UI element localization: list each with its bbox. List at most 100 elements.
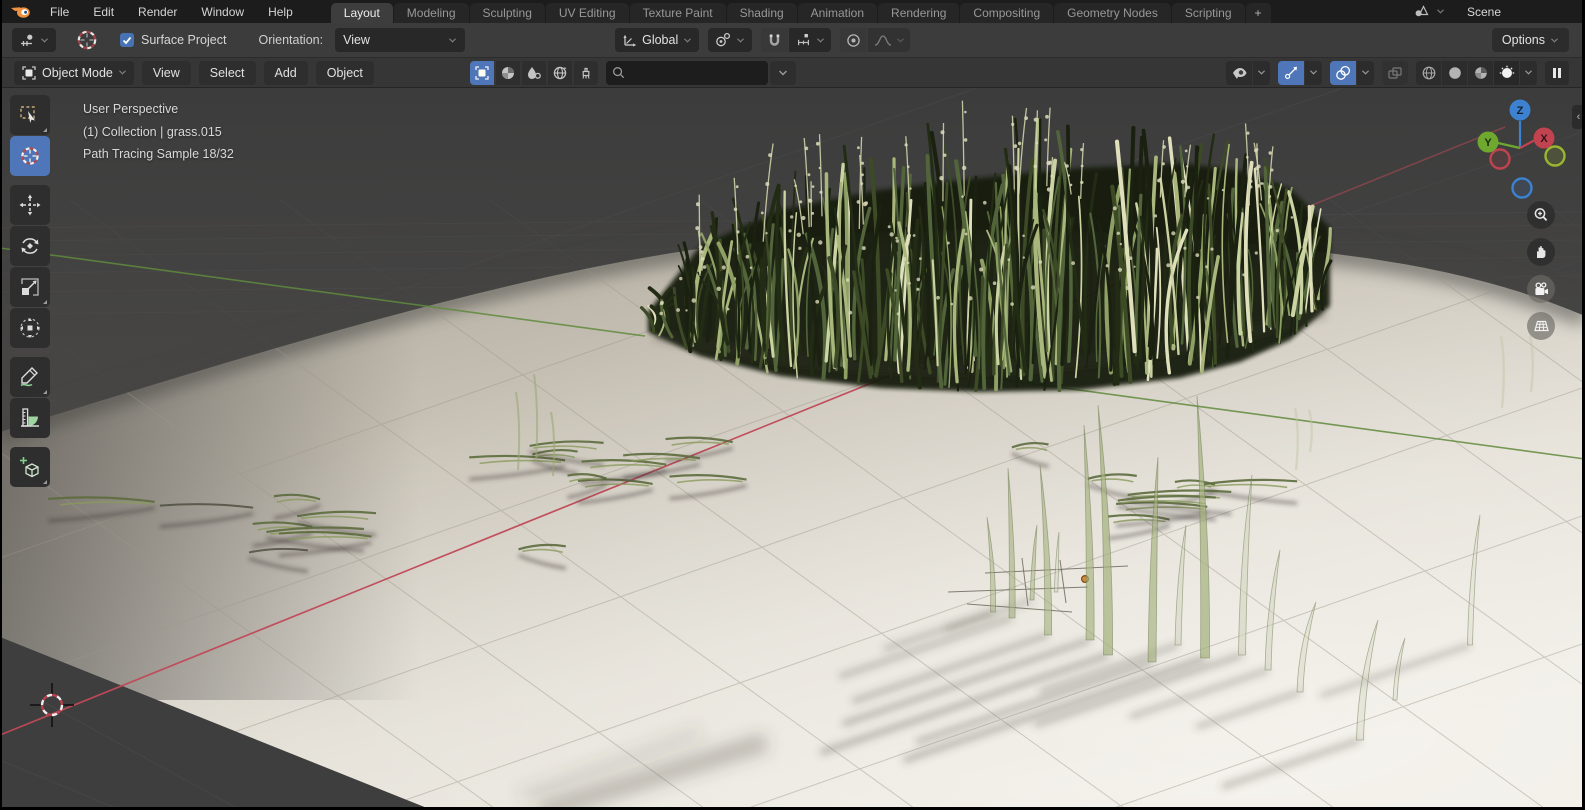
blender-logo-icon[interactable] (0, 0, 38, 23)
orientation-dropdown[interactable]: View (335, 28, 466, 52)
transform-orientation-value: Global (642, 33, 679, 47)
sidebar-collapse-tab[interactable]: ‹ (1572, 105, 1585, 129)
proportional-editing-toggle[interactable] (840, 28, 868, 52)
topbar: File Edit Render Window Help Layout Modeling S… (0, 0, 1585, 23)
tool-select-box[interactable] (10, 95, 50, 135)
toolbar (10, 95, 50, 488)
menu-file[interactable]: File (38, 0, 81, 23)
scene-icon[interactable] (1413, 4, 1430, 19)
snap-toggle[interactable] (761, 28, 789, 52)
filter-render-region-icon[interactable] (469, 60, 494, 85)
checkbox-icon[interactable] (120, 33, 134, 47)
render-pause-button[interactable] (1545, 60, 1569, 85)
svg-text:Y: Y (1484, 137, 1492, 149)
search-icon (612, 67, 625, 79)
tool-transform[interactable] (10, 308, 50, 348)
svg-text:X: X (1540, 133, 1548, 145)
tool-add-cube[interactable] (10, 447, 50, 487)
options-dropdown[interactable]: Options (1491, 28, 1569, 52)
shading-chevron-icon[interactable] (1520, 60, 1537, 85)
search-filter-dropdown[interactable] (769, 60, 796, 85)
navigation-gizmo[interactable]: Z Y X (1452, 95, 1582, 215)
tool-move[interactable] (10, 185, 50, 225)
tool-rotate[interactable] (10, 226, 50, 266)
active-object-label: (1) Collection | grass.015 (83, 124, 222, 139)
viewport-header: Object Mode View Select Add Object (0, 58, 1585, 88)
filter-shading-sphere-icon[interactable] (495, 60, 520, 85)
xray-toggle[interactable] (1382, 60, 1408, 85)
gizmos-toggle[interactable] (1278, 60, 1304, 85)
options-label: Options (1501, 33, 1545, 47)
chevron-down-icon (448, 37, 457, 44)
pivot-point-dropdown[interactable] (708, 28, 753, 52)
tool-scale[interactable] (10, 267, 50, 307)
pan-hand-icon[interactable] (1527, 238, 1555, 266)
zoom-icon[interactable] (1527, 201, 1555, 229)
filter-fluid-droplet-icon[interactable] (521, 60, 546, 85)
transform-orientation-dropdown[interactable]: Global (615, 28, 700, 52)
blender-window: File Edit Render Window Help Layout Modeling S… (0, 0, 1585, 810)
search-input[interactable] (628, 64, 743, 81)
render-progress-label: Path Tracing Sample 18/32 (83, 147, 234, 161)
add-workspace-tab[interactable]: + (1245, 3, 1271, 23)
tab-layout[interactable]: Layout (330, 3, 393, 23)
tab-sculpting[interactable]: Sculpting (469, 3, 545, 23)
viewport-3d[interactable]: User Perspective (1) Collection | grass.… (0, 87, 1585, 810)
viewport-search[interactable] (605, 60, 768, 85)
svg-text:Z: Z (1517, 105, 1524, 117)
camera-view-icon[interactable] (1527, 275, 1555, 303)
rendered-scene (0, 87, 1585, 810)
viewport-menu-select[interactable]: Select (198, 60, 256, 85)
menu-help[interactable]: Help (256, 0, 305, 23)
tab-texture-paint[interactable]: Texture Paint (629, 3, 726, 23)
shading-wireframe-icon[interactable] (1416, 60, 1441, 85)
active-tool-dropdown[interactable] (12, 28, 56, 52)
menu-bar: File Edit Render Window Help (38, 0, 305, 23)
filter-world-globe-icon[interactable] (547, 60, 572, 85)
tab-modeling[interactable]: Modeling (393, 3, 469, 23)
tab-uv-editing[interactable]: UV Editing (545, 3, 629, 23)
scene-chevron-icon[interactable] (1436, 8, 1445, 15)
tool-cursor[interactable] (10, 136, 50, 176)
orthographic-grid-icon[interactable] (1527, 312, 1555, 340)
snap-with-dropdown[interactable] (789, 28, 832, 52)
tool-measure[interactable] (10, 398, 50, 438)
tab-shading[interactable]: Shading (726, 3, 797, 23)
overlays-toggle[interactable] (1330, 60, 1356, 85)
mode-dropdown[interactable]: Object Mode (14, 60, 134, 85)
mode-value: Object Mode (42, 65, 113, 80)
object-visibility-icon[interactable] (1226, 60, 1252, 85)
orientation-value: View (343, 33, 370, 47)
viewport-menu-object[interactable]: Object (315, 60, 374, 85)
cursor-tool-icon (74, 27, 100, 53)
tool-annotate[interactable] (10, 357, 50, 397)
menu-edit[interactable]: Edit (81, 0, 126, 23)
visibility-chevron-icon[interactable] (1253, 60, 1270, 85)
scene-name[interactable]: Scene (1467, 5, 1501, 19)
surface-project-label: Surface Project (141, 33, 227, 47)
tab-rendering[interactable]: Rendering (878, 3, 960, 23)
chevron-down-icon (40, 37, 49, 44)
surface-project-toggle[interactable]: Surface Project (120, 33, 226, 47)
view-perspective-label: User Perspective (83, 102, 179, 116)
proportional-falloff-dropdown[interactable] (868, 28, 911, 52)
tab-animation[interactable]: Animation (797, 3, 878, 23)
viewport-menu-view[interactable]: View (141, 60, 191, 85)
menu-window[interactable]: Window (189, 0, 256, 23)
viewport-nav-buttons (1527, 201, 1555, 340)
viewport-menus: View Select Add Object (141, 60, 374, 85)
filter-brush-icon[interactable] (573, 60, 598, 85)
overlays-chevron-icon[interactable] (1357, 60, 1374, 85)
shading-rendered-icon[interactable] (1494, 60, 1519, 85)
orientation-label: Orientation: (258, 33, 324, 47)
tab-geometry-nodes[interactable]: Geometry Nodes (1054, 3, 1171, 23)
shading-solid-icon[interactable] (1442, 60, 1467, 85)
viewport-menu-add[interactable]: Add (263, 60, 308, 85)
gizmos-chevron-icon[interactable] (1305, 60, 1322, 85)
tab-scripting[interactable]: Scripting (1171, 3, 1245, 23)
tool-settings-bar: Surface Project Orientation: View Global… (0, 23, 1585, 58)
viewport-info-overlay: User Perspective (1) Collection | grass.… (83, 98, 234, 166)
menu-render[interactable]: Render (126, 0, 189, 23)
tab-compositing[interactable]: Compositing (960, 3, 1054, 23)
shading-material-icon[interactable] (1468, 60, 1493, 85)
